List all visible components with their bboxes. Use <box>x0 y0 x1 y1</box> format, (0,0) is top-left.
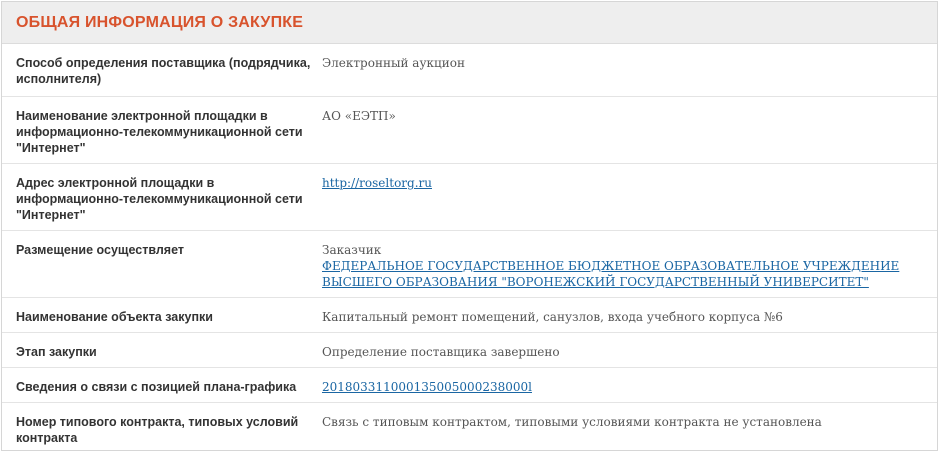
platform-name-value: АО «ЕЭТП» <box>322 109 396 123</box>
row-platform-name: Наименование электронной площадки в инфо… <box>2 97 937 164</box>
row-value: Электронный аукцион <box>312 44 937 96</box>
procurement-stage-value: Определение поставщика завершено <box>322 345 560 359</box>
supplier-method-value: Электронный аукцион <box>322 56 465 70</box>
standard-contract-value: Связь с типовым контрактом, типовыми усл… <box>322 415 822 429</box>
plan-schedule-link[interactable]: 201803311000135005000238000l <box>322 379 923 395</box>
procurement-object-value: Капитальный ремонт помещений, санузлов, … <box>322 310 783 324</box>
info-table: Способ определения поставщика (подрядчик… <box>2 44 937 451</box>
row-procurement-stage: Этап закупки Определение поставщика заве… <box>2 333 937 368</box>
platform-address-link[interactable]: http://roseltorg.ru <box>322 175 923 191</box>
row-label: Адрес электронной площадки в информацион… <box>16 176 303 222</box>
row-label: Этап закупки <box>16 345 97 359</box>
row-label: Номер типового контракта, типовых услови… <box>16 415 299 445</box>
row-platform-address: Адрес электронной площадки в информацион… <box>2 164 937 231</box>
customer-organization-link[interactable]: ФЕДЕРАЛЬНОЕ ГОСУДАРСТВЕННОЕ БЮДЖЕТНОЕ ОБ… <box>322 258 923 290</box>
row-value: http://roseltorg.ru <box>312 164 937 230</box>
row-value: Заказчик ФЕДЕРАЛЬНОЕ ГОСУДАРСТВЕННОЕ БЮД… <box>312 231 937 297</box>
row-value: Капитальный ремонт помещений, санузлов, … <box>312 298 937 332</box>
row-value: Связь с типовым контрактом, типовыми усл… <box>312 403 937 451</box>
row-label: Размещение осуществляет <box>16 243 184 257</box>
row-placement: Размещение осуществляет Заказчик ФЕДЕРАЛ… <box>2 231 937 298</box>
row-standard-contract: Номер типового контракта, типовых услови… <box>2 403 937 451</box>
row-label: Наименование электронной площадки в инфо… <box>16 109 303 155</box>
row-value: Определение поставщика завершено <box>312 333 937 367</box>
row-label: Способ определения поставщика (подрядчик… <box>16 56 311 86</box>
general-info-panel: ОБЩАЯ ИНФОРМАЦИЯ О ЗАКУПКЕ Способ опреде… <box>1 1 938 451</box>
row-value: 201803311000135005000238000l <box>312 368 937 402</box>
row-supplier-method: Способ определения поставщика (подрядчик… <box>2 44 937 97</box>
section-title: ОБЩАЯ ИНФОРМАЦИЯ О ЗАКУПКЕ <box>16 13 304 31</box>
placement-role: Заказчик <box>322 243 382 257</box>
panel-header: ОБЩАЯ ИНФОРМАЦИЯ О ЗАКУПКЕ <box>2 2 937 44</box>
row-procurement-object: Наименование объекта закупки Капитальный… <box>2 298 937 333</box>
row-plan-schedule: Сведения о связи с позицией плана-график… <box>2 368 937 403</box>
row-label: Наименование объекта закупки <box>16 310 213 324</box>
row-label: Сведения о связи с позицией плана-график… <box>16 380 297 394</box>
row-value: АО «ЕЭТП» <box>312 97 937 163</box>
